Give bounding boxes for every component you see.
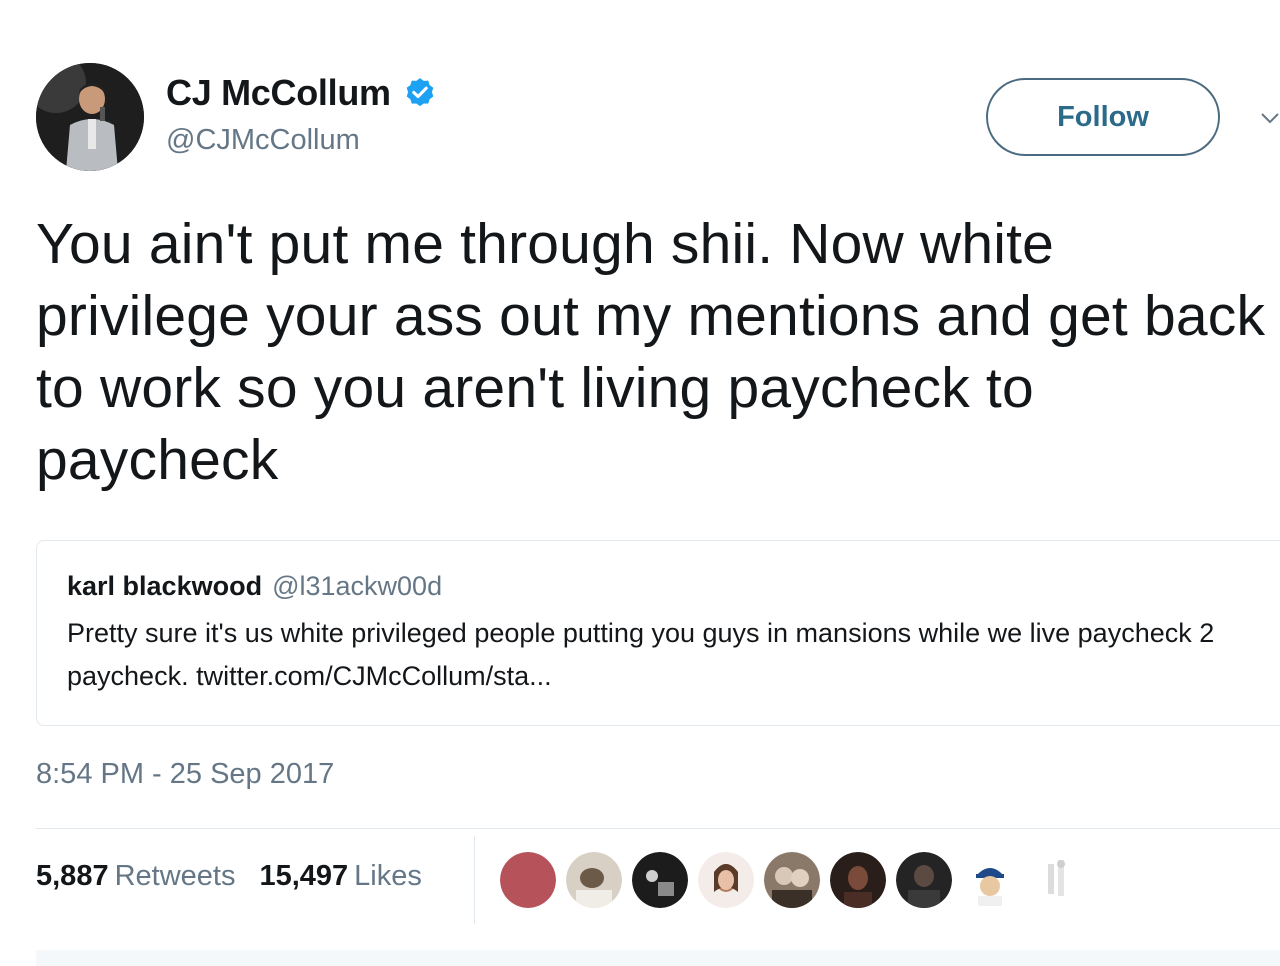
avatar[interactable] — [36, 63, 144, 171]
tweet-timestamp[interactable]: 8:54 PM - 25 Sep 2017 — [36, 758, 334, 791]
chevron-down-icon[interactable] — [1260, 108, 1280, 128]
verified-badge-icon — [403, 76, 437, 110]
display-name[interactable]: CJ McCollum — [166, 72, 391, 114]
bottom-edge — [36, 950, 1280, 966]
liker-avatar[interactable] — [566, 852, 622, 908]
liker-avatar[interactable] — [896, 852, 952, 908]
retweets-label: Retweets — [114, 860, 236, 892]
liker-avatar[interactable] — [632, 852, 688, 908]
quoted-tweet-name: karl blackwood — [67, 571, 263, 601]
quoted-tweet-handle: @l31ackw00d — [272, 571, 443, 601]
tweet-text: You ain't put me through shii. Now white… — [36, 212, 1266, 492]
liker-avatar[interactable] — [1028, 852, 1084, 908]
follow-button[interactable]: Follow — [986, 78, 1220, 156]
stats-separator — [474, 836, 475, 924]
tweet-card: CJ McCollum @CJMcCollum Follow You ain't… — [0, 0, 1280, 966]
user-handle[interactable]: @CJMcCollum — [166, 124, 360, 157]
likes-label: Likes — [354, 860, 422, 892]
liker-avatars — [500, 852, 1084, 908]
tweet-stats: 5,887 Retweets 15,497 Likes — [36, 860, 422, 893]
liker-avatar[interactable] — [764, 852, 820, 908]
quoted-tweet[interactable]: karl blackwood @l31ackw00d Pretty sure i… — [36, 540, 1280, 726]
quoted-tweet-text: Pretty sure it's us white privileged peo… — [67, 618, 1215, 691]
retweets-count: 5,887 — [36, 860, 109, 892]
quoted-tweet-header: karl blackwood @l31ackw00d — [67, 571, 1265, 602]
retweets-stat[interactable]: 5,887 Retweets — [36, 860, 235, 893]
likes-count: 15,497 — [259, 860, 349, 892]
liker-avatar[interactable] — [698, 852, 754, 908]
divider — [36, 828, 1280, 829]
user-name-row: CJ McCollum — [166, 72, 437, 114]
liker-avatar[interactable] — [962, 852, 1018, 908]
avatar-image — [36, 63, 144, 171]
liker-avatar[interactable] — [500, 852, 556, 908]
liker-avatar[interactable] — [830, 852, 886, 908]
likes-stat[interactable]: 15,497 Likes — [259, 860, 421, 893]
